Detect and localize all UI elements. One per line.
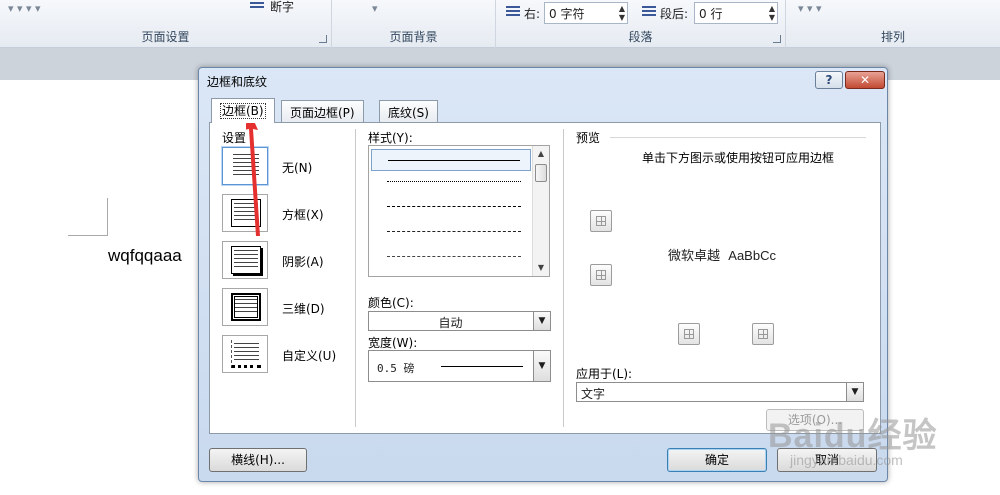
apply-to-label: 应用于(L): xyxy=(576,367,633,381)
document-text[interactable]: wqfqqaaa xyxy=(108,246,182,266)
preview-sample-cn: 微软卓越 xyxy=(668,249,721,264)
ribbon: ▾ ▾ ▾ ▾ 断字 页面设置 ▾ 页面背景 右: 0 字符 ▲ ▼ 段后: 0 … xyxy=(0,0,1000,48)
ribbon-group-page-setup: ▾ ▾ ▾ ▾ 断字 页面设置 xyxy=(0,0,332,48)
ribbon-faded-controls: ▾ ▾ ▾ xyxy=(798,2,822,12)
indent-right-input[interactable]: 0 字符 ▲ ▼ xyxy=(544,2,628,24)
scroll-up-icon[interactable]: ▲ xyxy=(533,146,549,162)
space-after-input[interactable]: 0 行 ▲ ▼ xyxy=(694,2,778,24)
column-divider xyxy=(355,129,356,427)
top-border-button[interactable] xyxy=(590,210,612,232)
hyphenation-button[interactable]: 断字 xyxy=(270,0,294,15)
ribbon-group-label: 页面背景 xyxy=(389,30,438,44)
color-label: 颜色(C): xyxy=(368,296,414,310)
width-select[interactable]: 0.5 磅 ▼ xyxy=(368,350,551,382)
borders-tab-panel: 设置 无(N) 方框(X) 阴影(A) 三维(D) 自定义(U) 样式(Y): xyxy=(209,122,881,434)
preview-sample-en: AaBbCc xyxy=(728,248,776,263)
line-style-dotted[interactable] xyxy=(371,171,531,193)
horizontal-line-button[interactable]: 横线(H)... xyxy=(209,448,307,472)
ribbon-faded-controls: ▾ ▾ ▾ ▾ xyxy=(8,2,41,12)
scroll-down-icon[interactable]: ▼ xyxy=(533,260,549,276)
width-label: 宽度(W): xyxy=(368,336,418,350)
setting-3d-label: 三维(D) xyxy=(282,302,325,316)
apply-to-select[interactable]: 文字 ▼ xyxy=(576,382,864,402)
bottom-border-icon xyxy=(596,270,606,280)
tab-shading[interactable]: 底纹(S) xyxy=(379,100,438,122)
line-style-solid[interactable] xyxy=(371,149,531,171)
setting-shadow-label: 阴影(A) xyxy=(282,255,324,269)
line-style-dash-dot[interactable] xyxy=(371,246,531,268)
preview-hint: 单击下方图示或使用按钮可应用边框 xyxy=(641,151,834,165)
ribbon-group-label: 排列 xyxy=(880,30,905,44)
top-border-icon xyxy=(596,216,606,226)
page-margin-marker xyxy=(68,198,108,236)
dialog-launcher-icon[interactable] xyxy=(319,35,327,43)
preview-label: 预览 xyxy=(576,131,601,145)
ribbon-group-label: 段落 xyxy=(628,30,653,44)
preview-sample[interactable]: 微软卓越 AaBbCc xyxy=(668,245,776,264)
color-select[interactable]: 自动 ▼ xyxy=(368,311,551,331)
bottom-border-button[interactable] xyxy=(590,264,612,286)
ribbon-faded-controls: ▾ xyxy=(372,2,378,12)
watermark-url: jingyan.baidu.com xyxy=(790,452,903,468)
setting-custom-button[interactable] xyxy=(222,335,268,373)
line-style-list[interactable]: ▲ ▼ xyxy=(368,145,550,277)
ok-button[interactable]: 确定 xyxy=(667,448,767,472)
line-style-dashed[interactable] xyxy=(371,221,531,243)
width-line-sample xyxy=(441,366,523,367)
line-style-dashed-fine[interactable] xyxy=(371,196,531,218)
dialog-title: 边框和底纹 xyxy=(207,75,268,89)
preview-rule xyxy=(610,137,866,138)
scroll-thumb[interactable] xyxy=(535,164,547,182)
dialog-launcher-icon[interactable] xyxy=(773,35,781,43)
help-button[interactable]: ? xyxy=(815,71,843,89)
tab-page-border[interactable]: 页面边框(P) xyxy=(281,100,364,122)
space-after-label: 段后: xyxy=(660,7,689,21)
space-after-icon xyxy=(642,6,656,18)
setting-shadow-icon xyxy=(231,246,261,274)
watermark-logo: Baidu经验 xyxy=(768,417,938,455)
ribbon-group-label: 页面设置 xyxy=(141,30,190,44)
setting-custom-label: 自定义(U) xyxy=(282,349,337,363)
chevron-down-icon[interactable]: ▼ xyxy=(846,383,863,401)
tab-borders[interactable]: 边框(B) xyxy=(211,98,275,123)
ribbon-group-arrange: ▾ ▾ ▾ 排列 xyxy=(786,0,1000,48)
close-button[interactable]: ✕ xyxy=(845,71,885,89)
spin-arrows-icon[interactable]: ▲ ▼ xyxy=(619,4,625,22)
style-label: 样式(Y): xyxy=(368,131,413,145)
setting-custom-icon xyxy=(231,340,261,368)
indent-right-icon xyxy=(506,6,520,18)
annotation-arrow-icon xyxy=(246,112,260,236)
hyphenation-icon xyxy=(250,2,264,14)
setting-3d-icon xyxy=(231,293,261,321)
ribbon-group-page-background: ▾ 页面背景 xyxy=(332,0,496,48)
spin-arrows-icon[interactable]: ▲ ▼ xyxy=(769,4,775,22)
chevron-down-icon[interactable]: ▼ xyxy=(533,351,550,381)
line-style-scrollbar[interactable]: ▲ ▼ xyxy=(532,146,549,276)
column-divider xyxy=(563,129,564,427)
setting-box-label: 方框(X) xyxy=(282,208,324,222)
left-border-button[interactable] xyxy=(678,323,700,345)
ribbon-group-paragraph: 右: 0 字符 ▲ ▼ 段后: 0 行 ▲ ▼ 段落 xyxy=(496,0,786,48)
chevron-down-icon[interactable]: ▼ xyxy=(533,312,550,330)
indent-right-label: 右: xyxy=(524,7,541,21)
right-border-button[interactable] xyxy=(752,323,774,345)
setting-3d-button[interactable] xyxy=(222,288,268,326)
left-border-icon xyxy=(684,329,694,339)
setting-shadow-button[interactable] xyxy=(222,241,268,279)
right-border-icon xyxy=(758,329,768,339)
setting-none-label: 无(N) xyxy=(282,161,313,175)
settings-label: 设置 xyxy=(222,131,247,145)
